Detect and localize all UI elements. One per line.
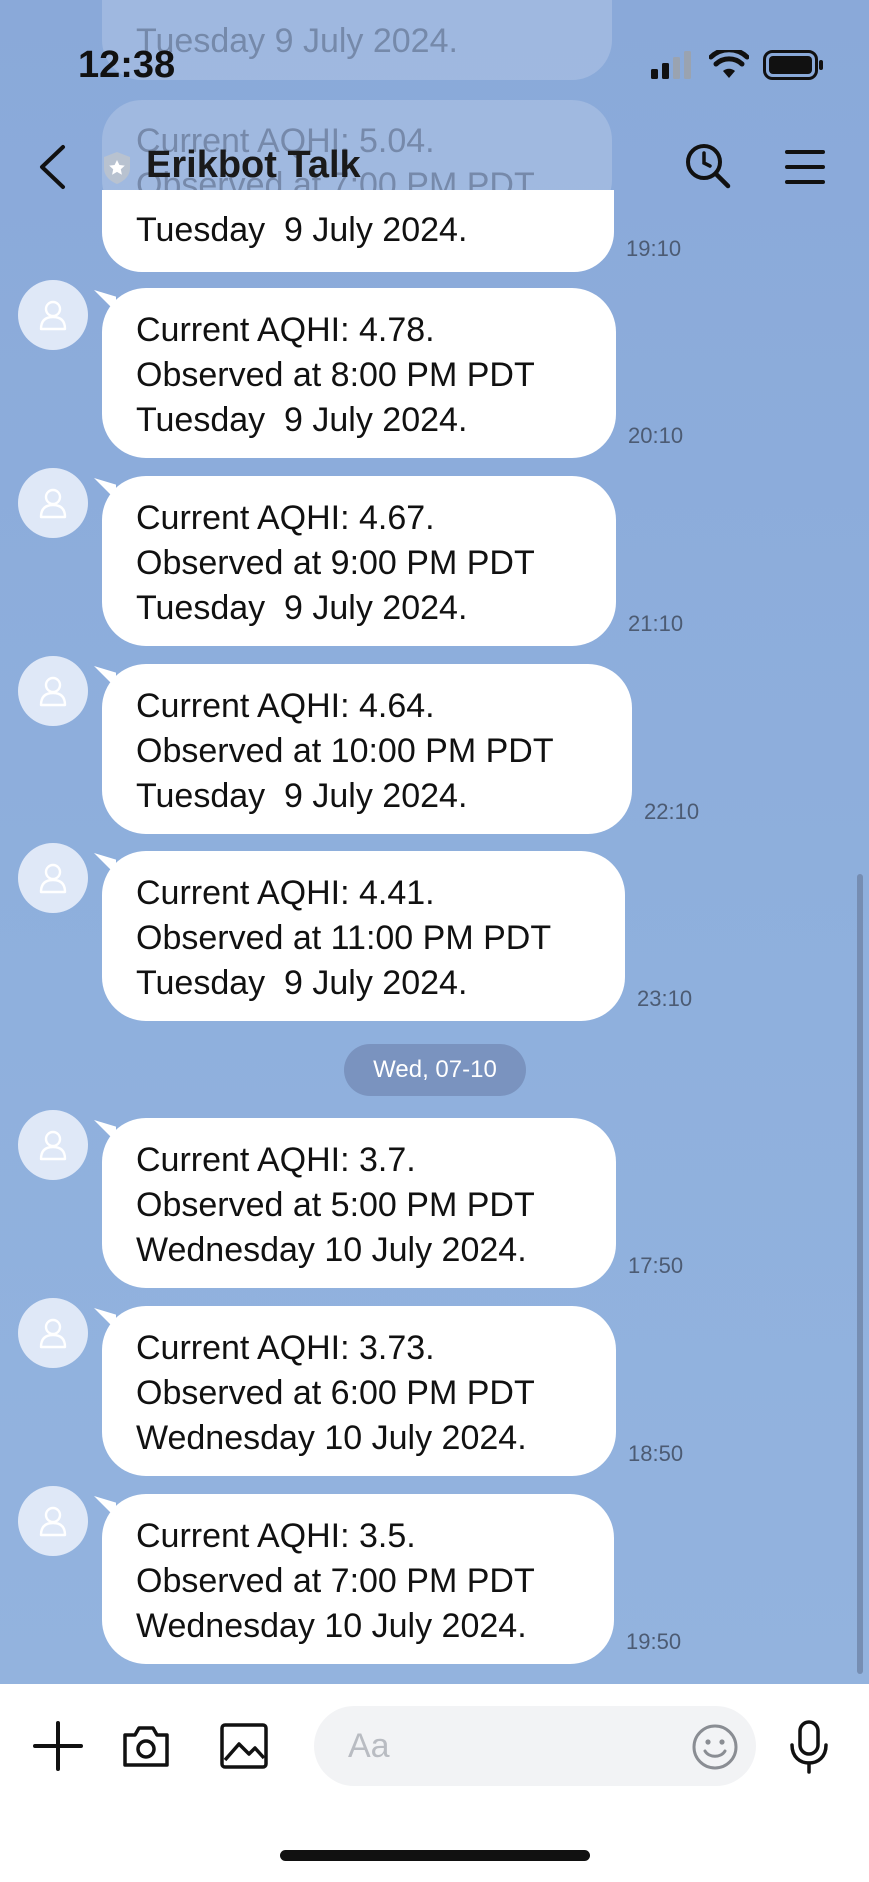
message-line: Current AQHI: 4.64. <box>136 687 435 725</box>
message-time: 21:10 <box>628 611 684 636</box>
message-bubble[interactable]: Current AQHI: 3.7. Observed at 5:00 PM PD… <box>102 1118 616 1288</box>
message-bubble[interactable]: Current AQHI: 4.64. Observed at 10:00 PM … <box>102 664 632 834</box>
message-bubble[interactable]: Current AQHI: 4.41. Observed at 11:00 PM … <box>102 851 625 1021</box>
message-bubble[interactable]: Current AQHI: 3.5. Observed at 7:00 PM PD… <box>102 1494 614 1664</box>
signal-icon <box>651 51 691 79</box>
plus-button[interactable] <box>32 1720 84 1772</box>
scrollbar[interactable] <box>857 874 863 1674</box>
message-bubble[interactable]: Current AQHI: 3.73. Observed at 6:00 PM P… <box>102 1306 616 1476</box>
microphone-icon <box>790 1720 828 1774</box>
message-line: Current AQHI: 4.78. <box>136 311 435 349</box>
user-icon <box>39 488 67 519</box>
message-time: 20:10 <box>628 423 684 448</box>
faded-message-line: Tuesday 9 July 2024. <box>136 22 458 60</box>
message-line: Tuesday 9 July 2024. <box>136 964 468 1002</box>
message-line: Tuesday 9 July 2024. <box>136 589 468 627</box>
message-line: Wednesday 10 July 2024. <box>136 1419 527 1457</box>
official-badge-icon <box>100 150 134 186</box>
plus-icon <box>33 1721 83 1771</box>
emoji-icon <box>692 1724 738 1770</box>
menu-icon <box>785 150 825 184</box>
message-line: Observed at 9:00 PM PDT <box>136 544 535 582</box>
search-button[interactable] <box>684 142 732 190</box>
message-time: 19:10 <box>626 236 682 261</box>
search-icon <box>686 144 731 189</box>
menu-button[interactable] <box>784 146 826 188</box>
avatar[interactable] <box>18 843 88 913</box>
avatar[interactable] <box>18 280 88 350</box>
message-line: Observed at 7:00 PM PDT <box>136 1562 535 1600</box>
message-line: Current AQHI: 4.67. <box>136 499 435 537</box>
message-line: Current AQHI: 3.7. <box>136 1141 416 1179</box>
emoji-button[interactable] <box>690 1722 740 1772</box>
message-line: Current AQHI: 3.73. <box>136 1329 435 1367</box>
home-indicator <box>280 1850 590 1861</box>
chat-title: Erikbot Talk <box>146 144 361 186</box>
message-line: Observed at 6:00 PM PDT <box>136 1374 535 1412</box>
message-time: 23:10 <box>637 986 693 1011</box>
message-time: 19:50 <box>626 1629 682 1654</box>
image-button[interactable] <box>218 1720 270 1772</box>
message-line: Wednesday 10 July 2024. <box>136 1231 527 1269</box>
message-line: Current AQHI: 3.5. <box>136 1517 416 1555</box>
battery-icon <box>763 50 823 80</box>
chevron-left-icon <box>40 145 65 189</box>
message-bubble[interactable]: Current AQHI: 4.78. Observed at 8:00 PM P… <box>102 288 616 458</box>
date-separator: Wed, 07-10 <box>344 1044 526 1096</box>
wifi-icon <box>709 50 749 78</box>
message-line: Current AQHI: 4.41. <box>136 874 435 912</box>
user-icon <box>39 1506 67 1537</box>
user-icon <box>39 300 67 331</box>
user-icon <box>39 1318 67 1349</box>
chat-area: Tuesday 9 July 2024. Current AQHI: 5.04.… <box>0 0 869 1684</box>
status-icons <box>651 50 825 80</box>
user-icon <box>39 863 67 894</box>
message-line: Observed at 11:00 PM PDT <box>136 919 552 957</box>
message-bubble[interactable]: Tuesday 9 July 2024. <box>102 190 614 272</box>
message-time: 18:50 <box>628 1441 684 1466</box>
message-line: Observed at 8:00 PM PDT <box>136 356 535 394</box>
status-time: 12:38 <box>78 44 176 86</box>
camera-icon <box>123 1726 169 1767</box>
avatar[interactable] <box>18 1110 88 1180</box>
user-icon <box>39 1130 67 1161</box>
message-line: Observed at 5:00 PM PDT <box>136 1186 535 1224</box>
microphone-button[interactable] <box>784 1718 834 1776</box>
avatar[interactable] <box>18 1486 88 1556</box>
message-bubble[interactable]: Current AQHI: 4.67. Observed at 9:00 PM P… <box>102 476 616 646</box>
message-time: 22:10 <box>644 799 700 824</box>
camera-button[interactable] <box>120 1720 172 1772</box>
back-button[interactable] <box>30 142 74 192</box>
user-icon <box>39 676 67 707</box>
message-line: Tuesday 9 July 2024. <box>136 777 468 815</box>
message-line: Wednesday 10 July 2024. <box>136 1607 527 1645</box>
message-line: Observed at 10:00 PM PDT <box>136 732 554 770</box>
message-time: 17:50 <box>628 1253 684 1278</box>
message-line: Tuesday 9 July 2024. <box>136 211 468 249</box>
avatar[interactable] <box>18 1298 88 1368</box>
avatar[interactable] <box>18 468 88 538</box>
avatar[interactable] <box>18 656 88 726</box>
message-line: Tuesday 9 July 2024. <box>136 401 468 439</box>
image-icon <box>220 1723 268 1769</box>
